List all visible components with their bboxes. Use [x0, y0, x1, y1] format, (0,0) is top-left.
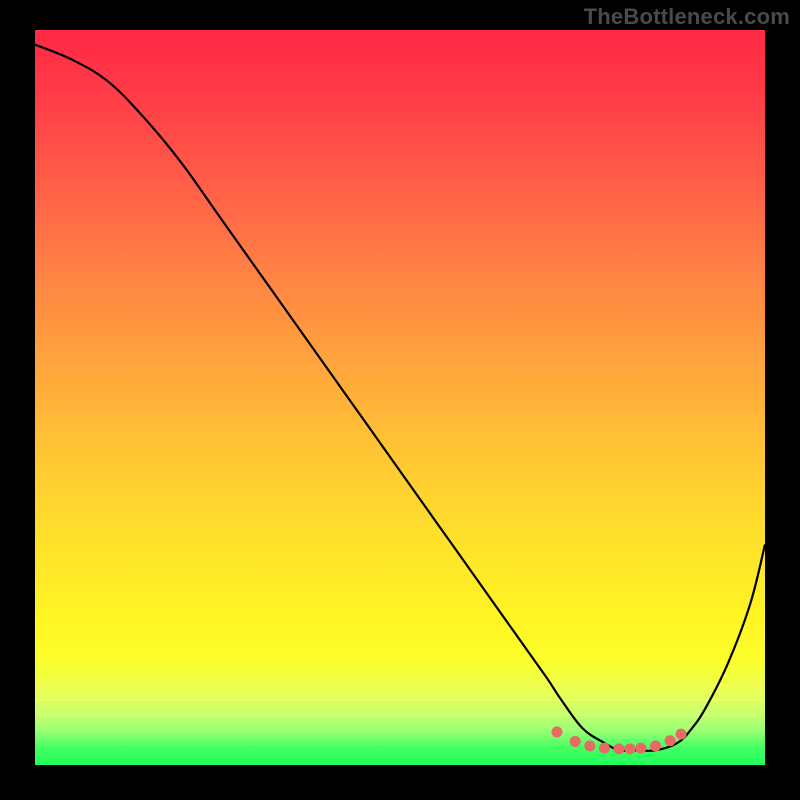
- plot-area: [35, 30, 765, 765]
- marker-dot: [665, 735, 676, 746]
- marker-dot: [584, 740, 595, 751]
- marker-dot: [599, 743, 610, 754]
- marker-dot: [551, 726, 562, 737]
- marker-dot: [635, 743, 646, 754]
- marker-dot: [676, 729, 687, 740]
- chart-frame: TheBottleneck.com: [0, 0, 800, 800]
- marker-dot: [624, 743, 635, 754]
- flat-bottom-dots: [551, 726, 686, 754]
- marker-dot: [650, 740, 661, 751]
- watermark-text: TheBottleneck.com: [584, 4, 790, 30]
- marker-dot: [570, 736, 581, 747]
- marker-dot: [614, 743, 625, 754]
- dots-layer: [35, 30, 765, 765]
